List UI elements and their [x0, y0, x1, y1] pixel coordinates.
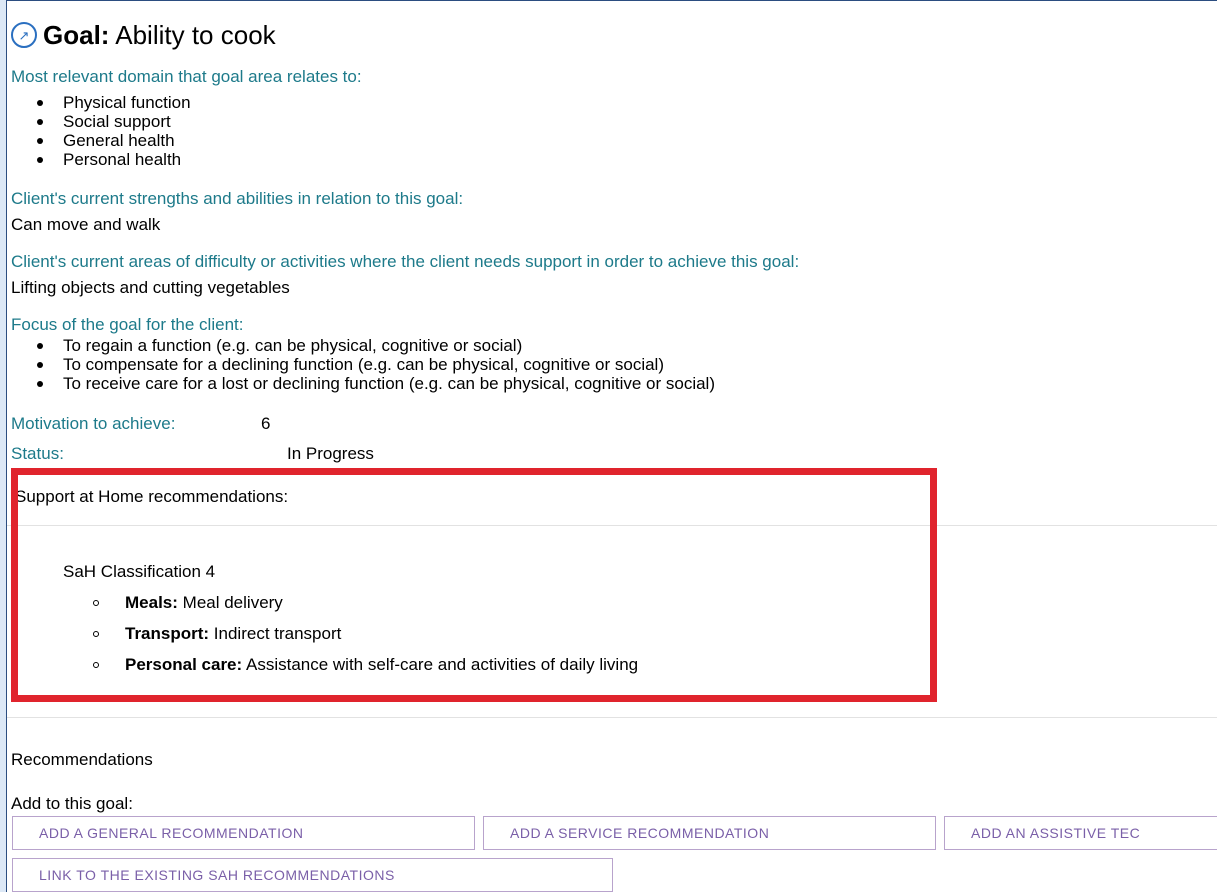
strengths-heading: Client's current strengths and abilities… — [11, 189, 464, 208]
recommendations-heading: Recommendations — [11, 750, 153, 769]
add-service-recommendation-button[interactable]: ADD A SERVICE RECOMMENDATION — [483, 816, 936, 850]
add-to-goal-label: Add to this goal: — [11, 794, 133, 813]
highlight-box — [11, 468, 937, 702]
strengths-value: Can move and walk — [11, 215, 161, 234]
divider — [7, 717, 1217, 718]
goal-panel: ↗ Goal: Ability to cook Most relevant do… — [6, 0, 1217, 892]
add-general-recommendation-button[interactable]: ADD A GENERAL RECOMMENDATION — [12, 816, 475, 850]
list-item: To regain a function (e.g. can be physic… — [7, 336, 715, 355]
list-item: Physical function — [7, 93, 191, 112]
goal-arrows-icon[interactable]: ↗ — [11, 22, 37, 48]
add-assistive-technology-button[interactable]: ADD AN ASSISTIVE TEC — [944, 816, 1217, 850]
list-item: To receive care for a lost or declining … — [7, 374, 715, 393]
status-value: In Progress — [287, 444, 374, 463]
focus-heading: Focus of the goal for the client: — [11, 315, 244, 334]
list-item: Social support — [7, 112, 191, 131]
status-label: Status: — [11, 444, 64, 463]
difficulty-value: Lifting objects and cutting vegetables — [11, 278, 290, 297]
domain-list: Physical function Social support General… — [7, 93, 191, 169]
difficulty-heading: Client's current areas of difficulty or … — [11, 252, 800, 271]
list-item: General health — [7, 131, 191, 150]
list-item: Personal health — [7, 150, 191, 169]
motivation-label: Motivation to achieve: — [11, 414, 176, 433]
list-item: To compensate for a declining function (… — [7, 355, 715, 374]
domain-heading: Most relevant domain that goal area rela… — [11, 67, 362, 86]
focus-list: To regain a function (e.g. can be physic… — [7, 336, 715, 393]
link-existing-sah-recommendations-button[interactable]: LINK TO THE EXISTING SAH RECOMMENDATIONS — [12, 858, 613, 892]
motivation-value: 6 — [261, 414, 271, 433]
goal-title-text: Goal: Ability to cook — [43, 20, 276, 51]
goal-label: Goal: — [43, 19, 110, 50]
goal-title: ↗ Goal: Ability to cook — [11, 19, 276, 51]
goal-name: Ability to cook — [115, 19, 276, 50]
